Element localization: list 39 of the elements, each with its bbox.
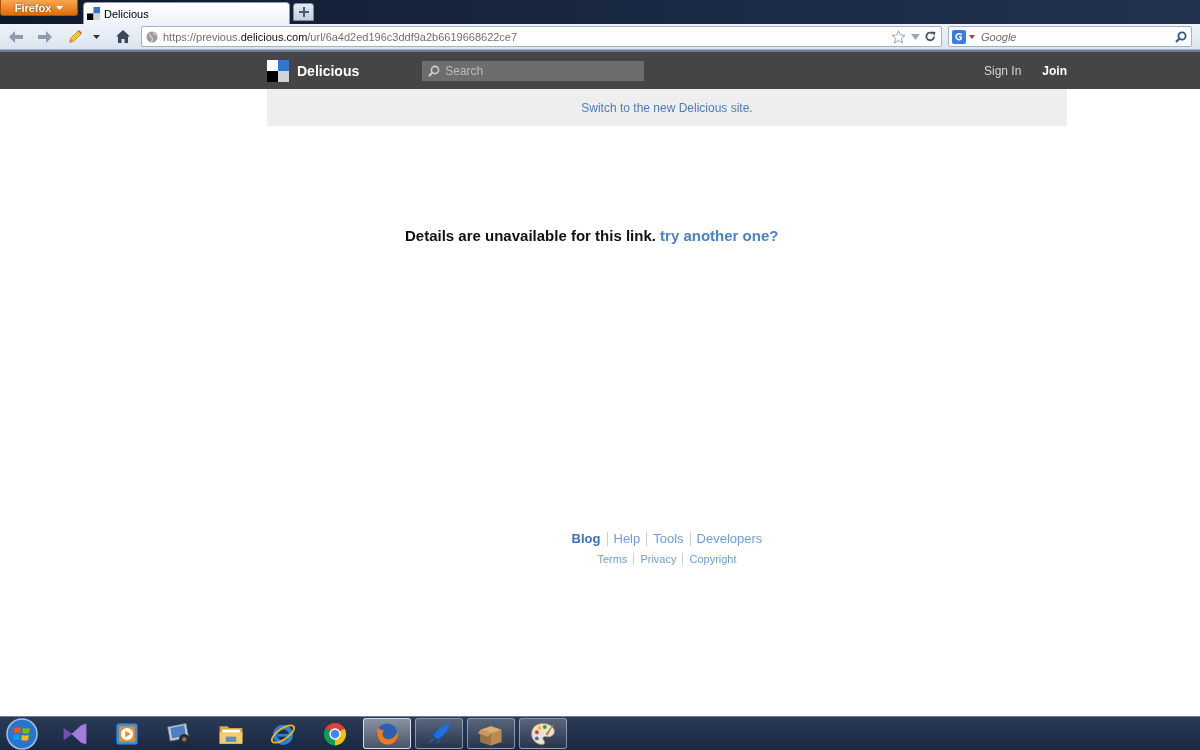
footer-link[interactable]: Blog	[565, 532, 607, 546]
browser-tab[interactable]: Delicious	[83, 2, 290, 24]
start-button[interactable]	[3, 717, 41, 750]
footer-link[interactable]: Tools	[646, 532, 690, 546]
web-search-input[interactable]: Google	[978, 30, 1172, 43]
caret-icon	[56, 5, 64, 10]
reload-icon[interactable]	[925, 31, 936, 42]
sign-in-link[interactable]: Sign In	[983, 63, 1022, 78]
logo-icon[interactable]	[267, 59, 289, 82]
url-text: https://previous.delicious.com/url/6a4d2ed196c3ddf9a2b6619668622ce7	[163, 30, 519, 43]
web-search-field[interactable]: Google	[948, 26, 1192, 47]
favicon-icon	[87, 7, 100, 20]
search-icon	[428, 64, 441, 77]
site-search-field[interactable]: Search	[422, 60, 645, 81]
brand-name: Delicious	[297, 62, 360, 79]
legal-link[interactable]: Terms	[591, 553, 634, 565]
search-icon[interactable]	[1175, 30, 1187, 43]
taskbar-button[interactable]	[519, 718, 567, 749]
address-bar[interactable]: https://previous.delicious.com/url/6a4d2ed196c3ddf9a2b6619668622ce7	[141, 26, 942, 47]
legal-link[interactable]: Privacy	[633, 553, 683, 565]
caret-icon[interactable]	[93, 34, 100, 39]
star-icon[interactable]	[891, 29, 906, 44]
app-menu-button[interactable]: Firefox	[0, 0, 78, 16]
new-tab-button[interactable]	[293, 3, 314, 21]
plus-icon	[298, 7, 309, 17]
site-search-input[interactable]: Search	[445, 63, 645, 78]
join-link[interactable]: Join	[1042, 63, 1067, 78]
search-engine-icon	[952, 29, 966, 44]
try-another-link[interactable]: try another one?	[660, 227, 779, 244]
footer-link[interactable]: Help	[606, 532, 647, 546]
legal-link[interactable]: Copyright	[682, 553, 743, 565]
caret-icon[interactable]	[969, 34, 975, 39]
footer-link[interactable]: Developers	[689, 532, 769, 546]
message-text: Details are unavailable for this link. try another one?	[405, 227, 779, 244]
taskbar-button[interactable]	[467, 718, 515, 749]
home-icon[interactable]	[116, 30, 130, 43]
globe-icon	[146, 30, 158, 43]
switch-site-link[interactable]: Switch to the new Delicious site.	[581, 100, 753, 115]
pencil-icon[interactable]	[68, 29, 82, 44]
